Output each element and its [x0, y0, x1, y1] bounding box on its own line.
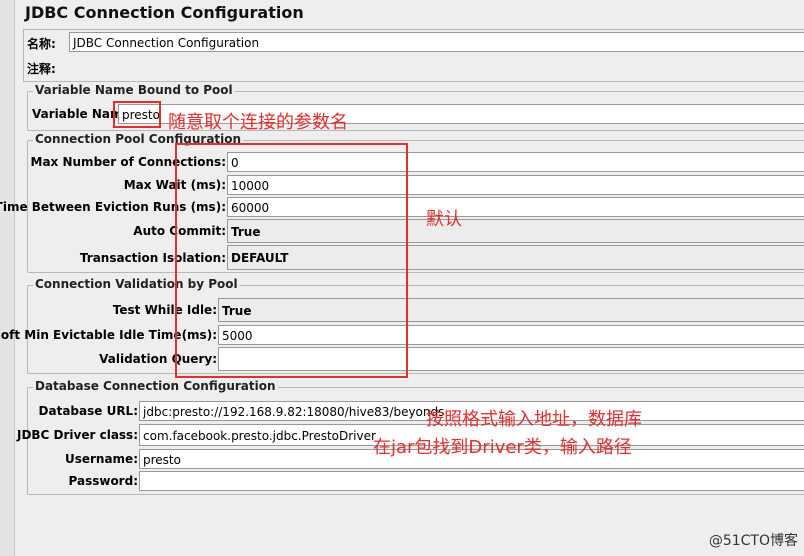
driver-class-label: JDBC Driver class:	[16, 428, 138, 442]
name-label: 名称:	[27, 37, 56, 51]
url-annotation: 按照格式输入地址，数据库	[426, 409, 642, 430]
defaults-highlight-box	[175, 143, 408, 378]
left-scroll-strip	[0, 0, 15, 556]
comment-label: 注释:	[27, 62, 56, 76]
comment-field[interactable]	[66, 57, 804, 77]
variable-group-title: Variable Name Bound to Pool	[33, 83, 235, 97]
driver-annotation: 在jar包找到Driver类，输入路径	[373, 437, 632, 458]
variable-highlight-box	[113, 101, 161, 128]
username-label: Username:	[64, 452, 138, 466]
default-annotation: 默认	[426, 209, 462, 230]
password-label: Password:	[68, 474, 139, 488]
name-field[interactable]: JDBC Connection Configuration	[69, 32, 804, 52]
database-url-label: Database URL:	[38, 404, 138, 418]
name-comment-panel: 名称: JDBC Connection Configuration 注释:	[23, 29, 804, 82]
page-title: JDBC Connection Configuration	[25, 3, 304, 22]
connection-pool-group: Connection Pool Configuration Max Number…	[0, 132, 804, 273]
variable-annotation: 随意取个连接的参数名	[168, 112, 348, 133]
db-group-title: Database Connection Configuration	[33, 379, 278, 393]
password-field[interactable]	[139, 471, 804, 491]
watermark: @51CTO博客	[708, 533, 798, 549]
connection-validation-group: Connection Validation by Pool Test While…	[0, 277, 804, 374]
